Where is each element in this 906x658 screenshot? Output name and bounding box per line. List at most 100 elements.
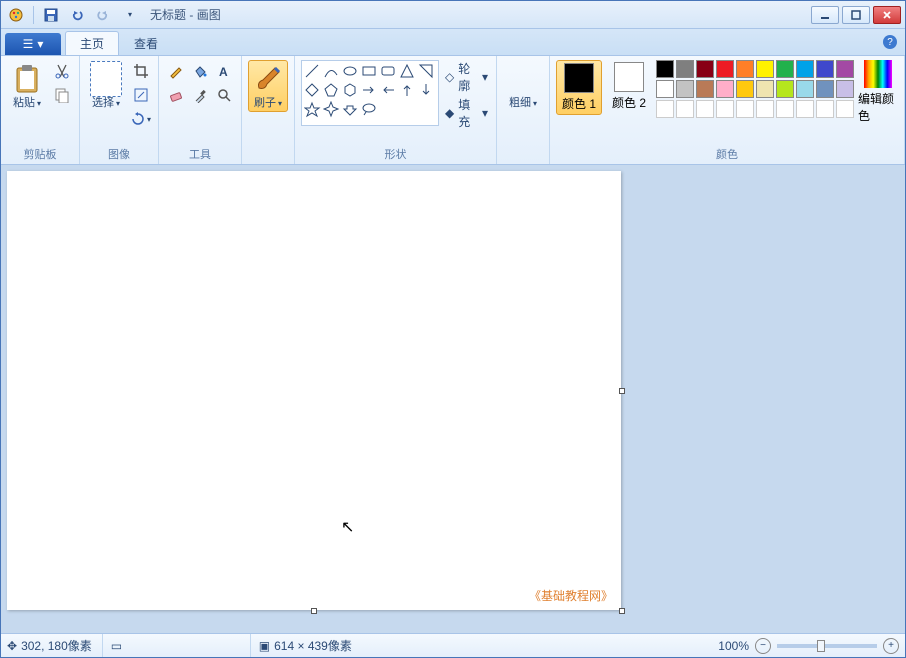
app-icon[interactable] [5,4,27,26]
paste-button[interactable]: 粘贴 [7,60,47,112]
palette-swatch[interactable] [656,100,674,118]
brush-button[interactable]: 刷子 [248,60,288,112]
undo-icon[interactable] [66,4,88,26]
maximize-button[interactable] [842,6,870,24]
canvas-handle-right[interactable] [619,388,625,394]
palette-swatch[interactable] [776,60,794,78]
canvas[interactable]: 《基础教程网》 [7,171,621,610]
zoom-thumb[interactable] [817,640,825,652]
tab-home[interactable]: 主页 [65,31,119,55]
palette-row2 [656,80,854,98]
canvas-handle-bottom[interactable] [311,608,317,614]
palette-swatch[interactable] [756,100,774,118]
color1-button[interactable]: 颜色 1 [556,60,602,115]
ribbon: 粘贴 剪贴板 选择 图像 A [1,55,905,165]
position-icon: ✥ [7,639,17,653]
status-selection: ▭ [111,634,251,657]
save-icon[interactable] [40,4,62,26]
magnifier-icon[interactable] [213,84,235,106]
outline-icon: ◇ [445,70,454,84]
shapes-gallery[interactable] [301,60,439,126]
palette-swatch[interactable] [736,100,754,118]
stroke-icon [507,63,539,95]
edit-colors-button[interactable]: 编辑颜色 [858,60,898,124]
palette-swatch[interactable] [756,80,774,98]
palette-swatch[interactable] [676,80,694,98]
title-bar: 无标题 - 画图 [1,1,905,29]
crop-icon[interactable] [130,60,152,82]
color2-swatch [614,62,644,92]
color2-button[interactable]: 颜色 2 [606,60,652,113]
resize-icon[interactable] [130,84,152,106]
palette-swatch[interactable] [696,60,714,78]
help-icon[interactable]: ? [883,35,897,49]
palette-swatch[interactable] [716,100,734,118]
palette-swatch[interactable] [836,100,854,118]
palette-swatch[interactable] [756,60,774,78]
cut-icon[interactable] [51,60,73,82]
minimize-button[interactable] [811,6,839,24]
workspace[interactable]: 《基础教程网》 ↖ [1,165,905,633]
palette-swatch[interactable] [656,80,674,98]
zoom-out-button[interactable]: − [755,638,771,654]
status-bar: ✥ 302, 180像素 ▭ ▣ 614 × 439像素 100% − + [1,633,905,657]
palette-swatch[interactable] [776,100,794,118]
chevron-down-icon: ▾ [37,37,43,51]
stroke-width-button[interactable]: 粗细 [503,60,543,112]
quick-access-toolbar [5,4,140,26]
group-colors: 颜色 1 颜色 2 编辑颜色 颜色 [550,56,905,164]
palette-swatch[interactable] [716,80,734,98]
palette-swatch[interactable] [796,60,814,78]
zoom-level: 100% [718,639,749,653]
palette-swatch[interactable] [816,80,834,98]
svg-text:A: A [219,65,228,79]
palette-swatch[interactable] [656,60,674,78]
size-icon: ▣ [259,639,270,653]
shape-outline-button[interactable]: ◇轮廓▾ [443,60,490,94]
canvas-handle-corner[interactable] [619,608,625,614]
close-button[interactable] [873,6,901,24]
eraser-icon[interactable] [165,84,187,106]
status-position: ✥ 302, 180像素 [7,634,103,657]
tab-view[interactable]: 查看 [119,31,173,55]
window-title: 无标题 - 画图 [150,6,221,23]
eyedropper-icon[interactable] [189,84,211,106]
zoom-slider[interactable] [777,644,877,648]
group-stroke: 粗细 [497,56,550,164]
palette-swatch[interactable] [736,60,754,78]
clipboard-icon [11,63,43,95]
redo-icon[interactable] [92,4,114,26]
watermark-text: 《基础教程网》 [529,587,613,604]
palette-swatch[interactable] [836,60,854,78]
palette-row-empty [656,100,854,118]
palette-swatch[interactable] [676,100,694,118]
palette-swatch[interactable] [816,100,834,118]
qat-customize-icon[interactable] [118,4,140,26]
text-icon[interactable]: A [213,60,235,82]
group-shapes: ◇轮廓▾ ◆填充▾ 形状 [295,56,497,164]
menu-icon: ☰ [23,37,34,51]
brush-icon [252,63,284,95]
palette-swatch[interactable] [696,80,714,98]
bucket-icon[interactable] [189,60,211,82]
palette-swatch[interactable] [776,80,794,98]
group-clipboard: 粘贴 剪贴板 [1,56,80,164]
palette-swatch[interactable] [676,60,694,78]
zoom-in-button[interactable]: + [883,638,899,654]
palette-swatch[interactable] [696,100,714,118]
rainbow-icon [864,60,892,88]
palette-swatch[interactable] [736,80,754,98]
group-image: 选择 图像 [80,56,159,164]
rotate-icon[interactable] [130,108,152,130]
pencil-icon[interactable] [165,60,187,82]
select-button[interactable]: 选择 [86,60,126,112]
cursor-icon: ↖ [341,517,354,537]
palette-swatch[interactable] [796,80,814,98]
palette-swatch[interactable] [716,60,734,78]
palette-swatch[interactable] [836,80,854,98]
palette-swatch[interactable] [816,60,834,78]
shape-fill-button[interactable]: ◆填充▾ [443,96,490,130]
palette-swatch[interactable] [796,100,814,118]
file-menu-button[interactable]: ☰▾ [5,33,61,55]
copy-icon[interactable] [51,84,73,106]
